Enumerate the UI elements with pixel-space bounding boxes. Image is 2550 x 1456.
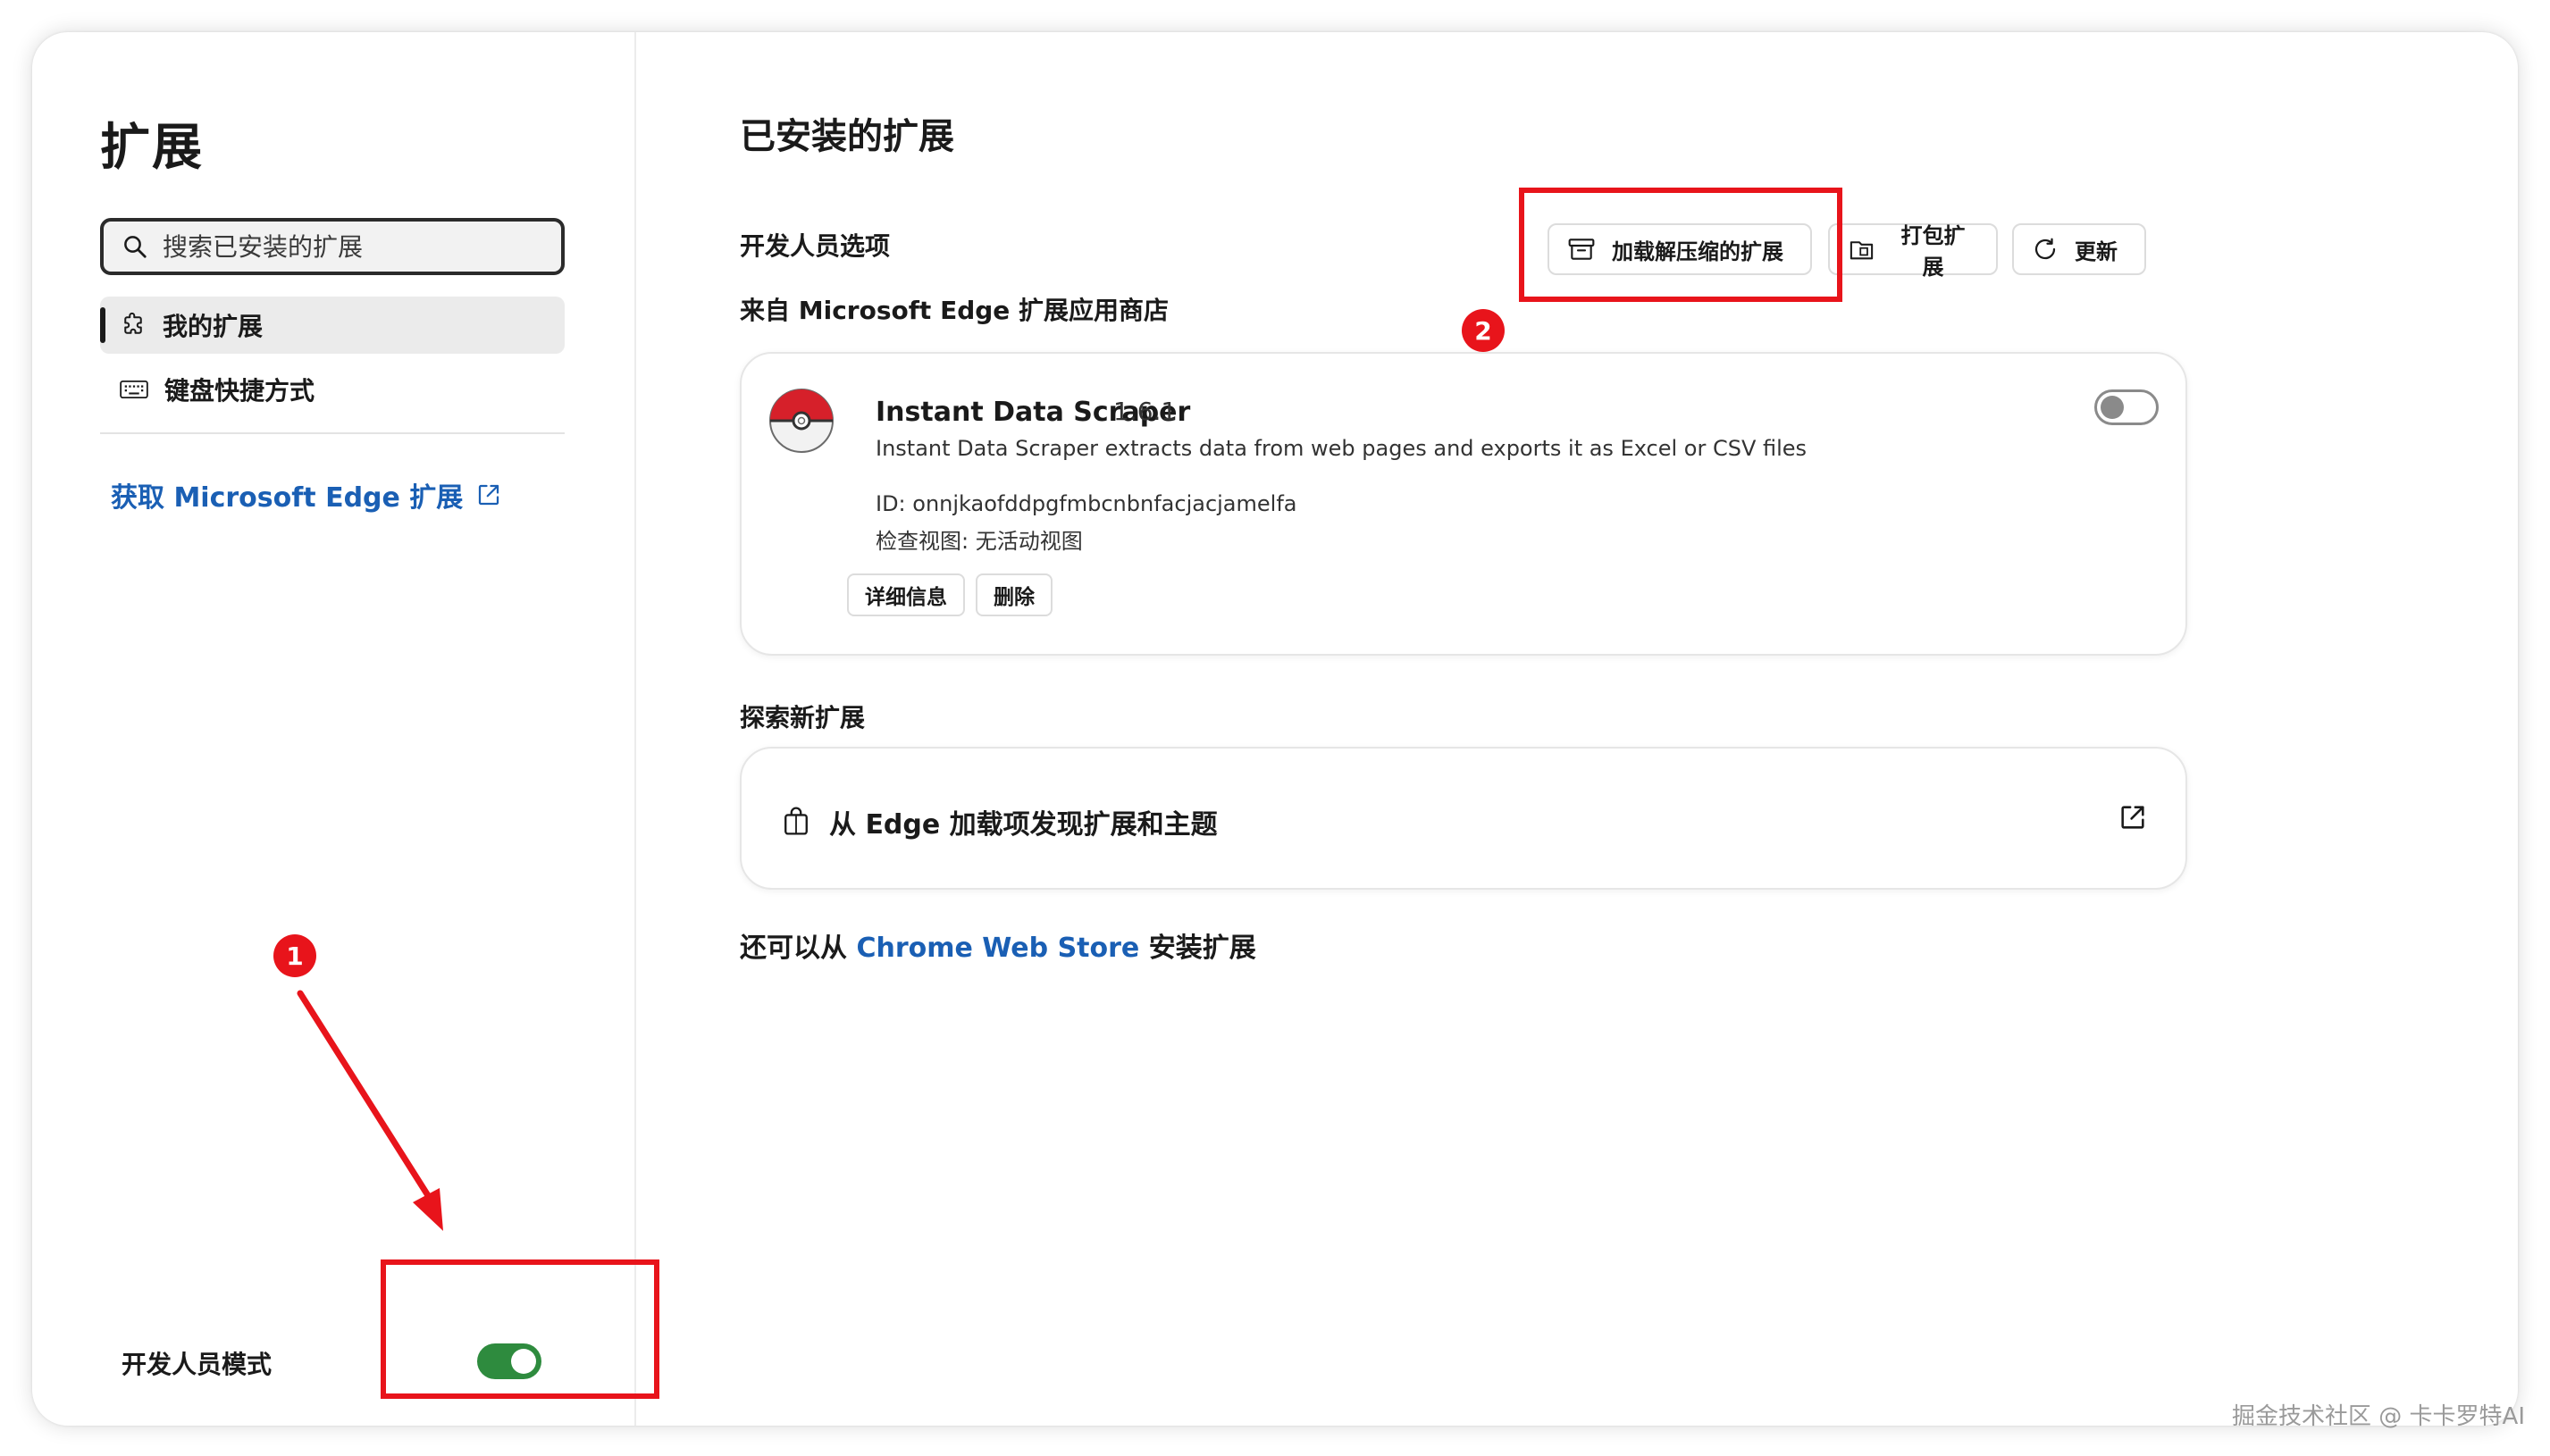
arrow-annotation — [297, 990, 443, 1231]
watermark: 掘金技术社区 @ 卡卡罗特AI — [2232, 1403, 2525, 1430]
